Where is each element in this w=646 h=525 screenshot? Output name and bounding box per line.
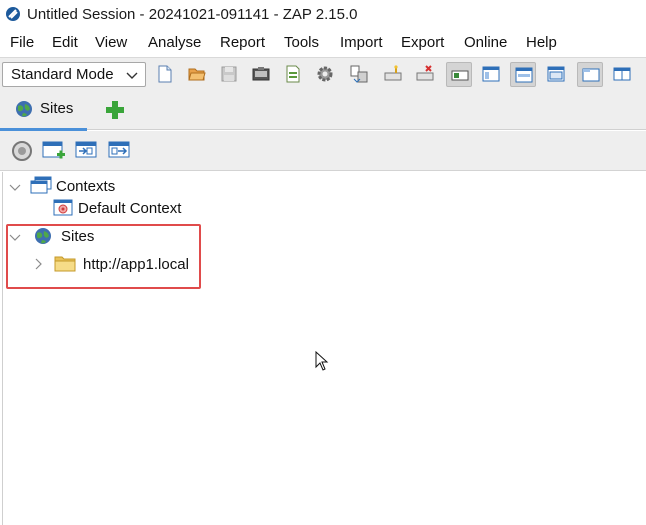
- tree-node-default-context[interactable]: Default Context: [78, 200, 181, 217]
- tree-node-sites[interactable]: Sites: [61, 228, 94, 245]
- tree-node-contexts[interactable]: Contexts: [56, 178, 115, 195]
- layout-full-button[interactable]: [510, 62, 536, 87]
- add-tab-icon[interactable]: [104, 99, 126, 121]
- layout-tabs-button[interactable]: [543, 62, 569, 87]
- sites-panel-toolbar: [0, 131, 646, 171]
- layout-left-icon: [482, 66, 500, 82]
- layout-switch-icon: [350, 65, 368, 83]
- sites-tree: Contexts Default Context Sites http://ap…: [2, 172, 646, 525]
- menu-online[interactable]: Online: [464, 34, 507, 51]
- layout-left-button[interactable]: [478, 62, 504, 87]
- main-toolbar: Standard Mode: [0, 57, 646, 90]
- session-layout-button[interactable]: [346, 62, 372, 87]
- contexts-icon: [30, 176, 52, 194]
- menu-edit[interactable]: Edit: [52, 34, 78, 51]
- mouse-cursor-icon: [315, 351, 329, 371]
- break-delete-button[interactable]: [412, 62, 438, 87]
- expand-panels-icon: [613, 67, 631, 81]
- menu-export[interactable]: Export: [401, 34, 444, 51]
- show-tab-names-button[interactable]: [577, 62, 603, 87]
- menu-bar: File Edit View Analyse Report Tools Impo…: [0, 30, 646, 56]
- layout-tabs-icon: [547, 66, 565, 82]
- display-toggle-button[interactable]: [446, 62, 472, 87]
- globe-icon: [35, 228, 51, 244]
- export-context-icon[interactable]: [107, 139, 131, 163]
- import-context-icon[interactable]: [74, 139, 98, 163]
- properties-icon: [286, 65, 300, 83]
- mode-select-value: Standard Mode: [11, 66, 114, 83]
- menu-analyse[interactable]: Analyse: [148, 34, 201, 51]
- chevron-down-icon: [126, 72, 138, 79]
- display-icon: [451, 70, 469, 81]
- zap-app-icon: [6, 7, 20, 21]
- tree-node-site-url[interactable]: http://app1.local: [83, 256, 189, 273]
- session-properties-button[interactable]: [280, 62, 306, 87]
- show-tab-names-icon: [582, 68, 600, 82]
- mode-select[interactable]: Standard Mode: [2, 62, 146, 87]
- tab-sites-label: Sites: [40, 100, 74, 117]
- new-session-button[interactable]: [152, 62, 178, 87]
- globe-icon: [16, 101, 32, 117]
- chevron-right-icon[interactable]: [32, 258, 44, 270]
- window-title: Untitled Session - 20241021-091141 - ZAP…: [27, 6, 358, 23]
- break-on-request-button[interactable]: [380, 62, 406, 87]
- gear-icon: [317, 66, 333, 82]
- open-session-button[interactable]: [184, 62, 210, 87]
- save-session-button[interactable]: [216, 62, 242, 87]
- chevron-down-icon[interactable]: [9, 231, 21, 243]
- snapshot-session-button[interactable]: [248, 62, 274, 87]
- save-icon: [221, 66, 237, 82]
- new-file-icon: [158, 65, 172, 83]
- options-button[interactable]: [312, 62, 338, 87]
- menu-help[interactable]: Help: [526, 34, 557, 51]
- context-icon: [53, 199, 73, 216]
- chevron-down-icon[interactable]: [9, 181, 21, 193]
- break-remove-icon: [416, 65, 434, 81]
- break-icon: [384, 65, 402, 81]
- tab-strip: Sites: [0, 90, 646, 131]
- menu-import[interactable]: Import: [340, 34, 383, 51]
- target-icon[interactable]: [10, 139, 34, 163]
- menu-view[interactable]: View: [95, 34, 127, 51]
- new-context-icon[interactable]: [42, 139, 66, 163]
- tab-sites[interactable]: Sites: [0, 90, 87, 131]
- title-bar: Untitled Session - 20241021-091141 - ZAP…: [0, 0, 646, 30]
- menu-file[interactable]: File: [10, 34, 34, 51]
- expand-panels-button[interactable]: [609, 62, 635, 87]
- menu-tools[interactable]: Tools: [284, 34, 319, 51]
- snapshot-icon: [252, 67, 270, 81]
- menu-report[interactable]: Report: [220, 34, 265, 51]
- folder-icon: [54, 256, 76, 272]
- open-folder-icon: [188, 68, 206, 81]
- layout-full-icon: [515, 67, 533, 83]
